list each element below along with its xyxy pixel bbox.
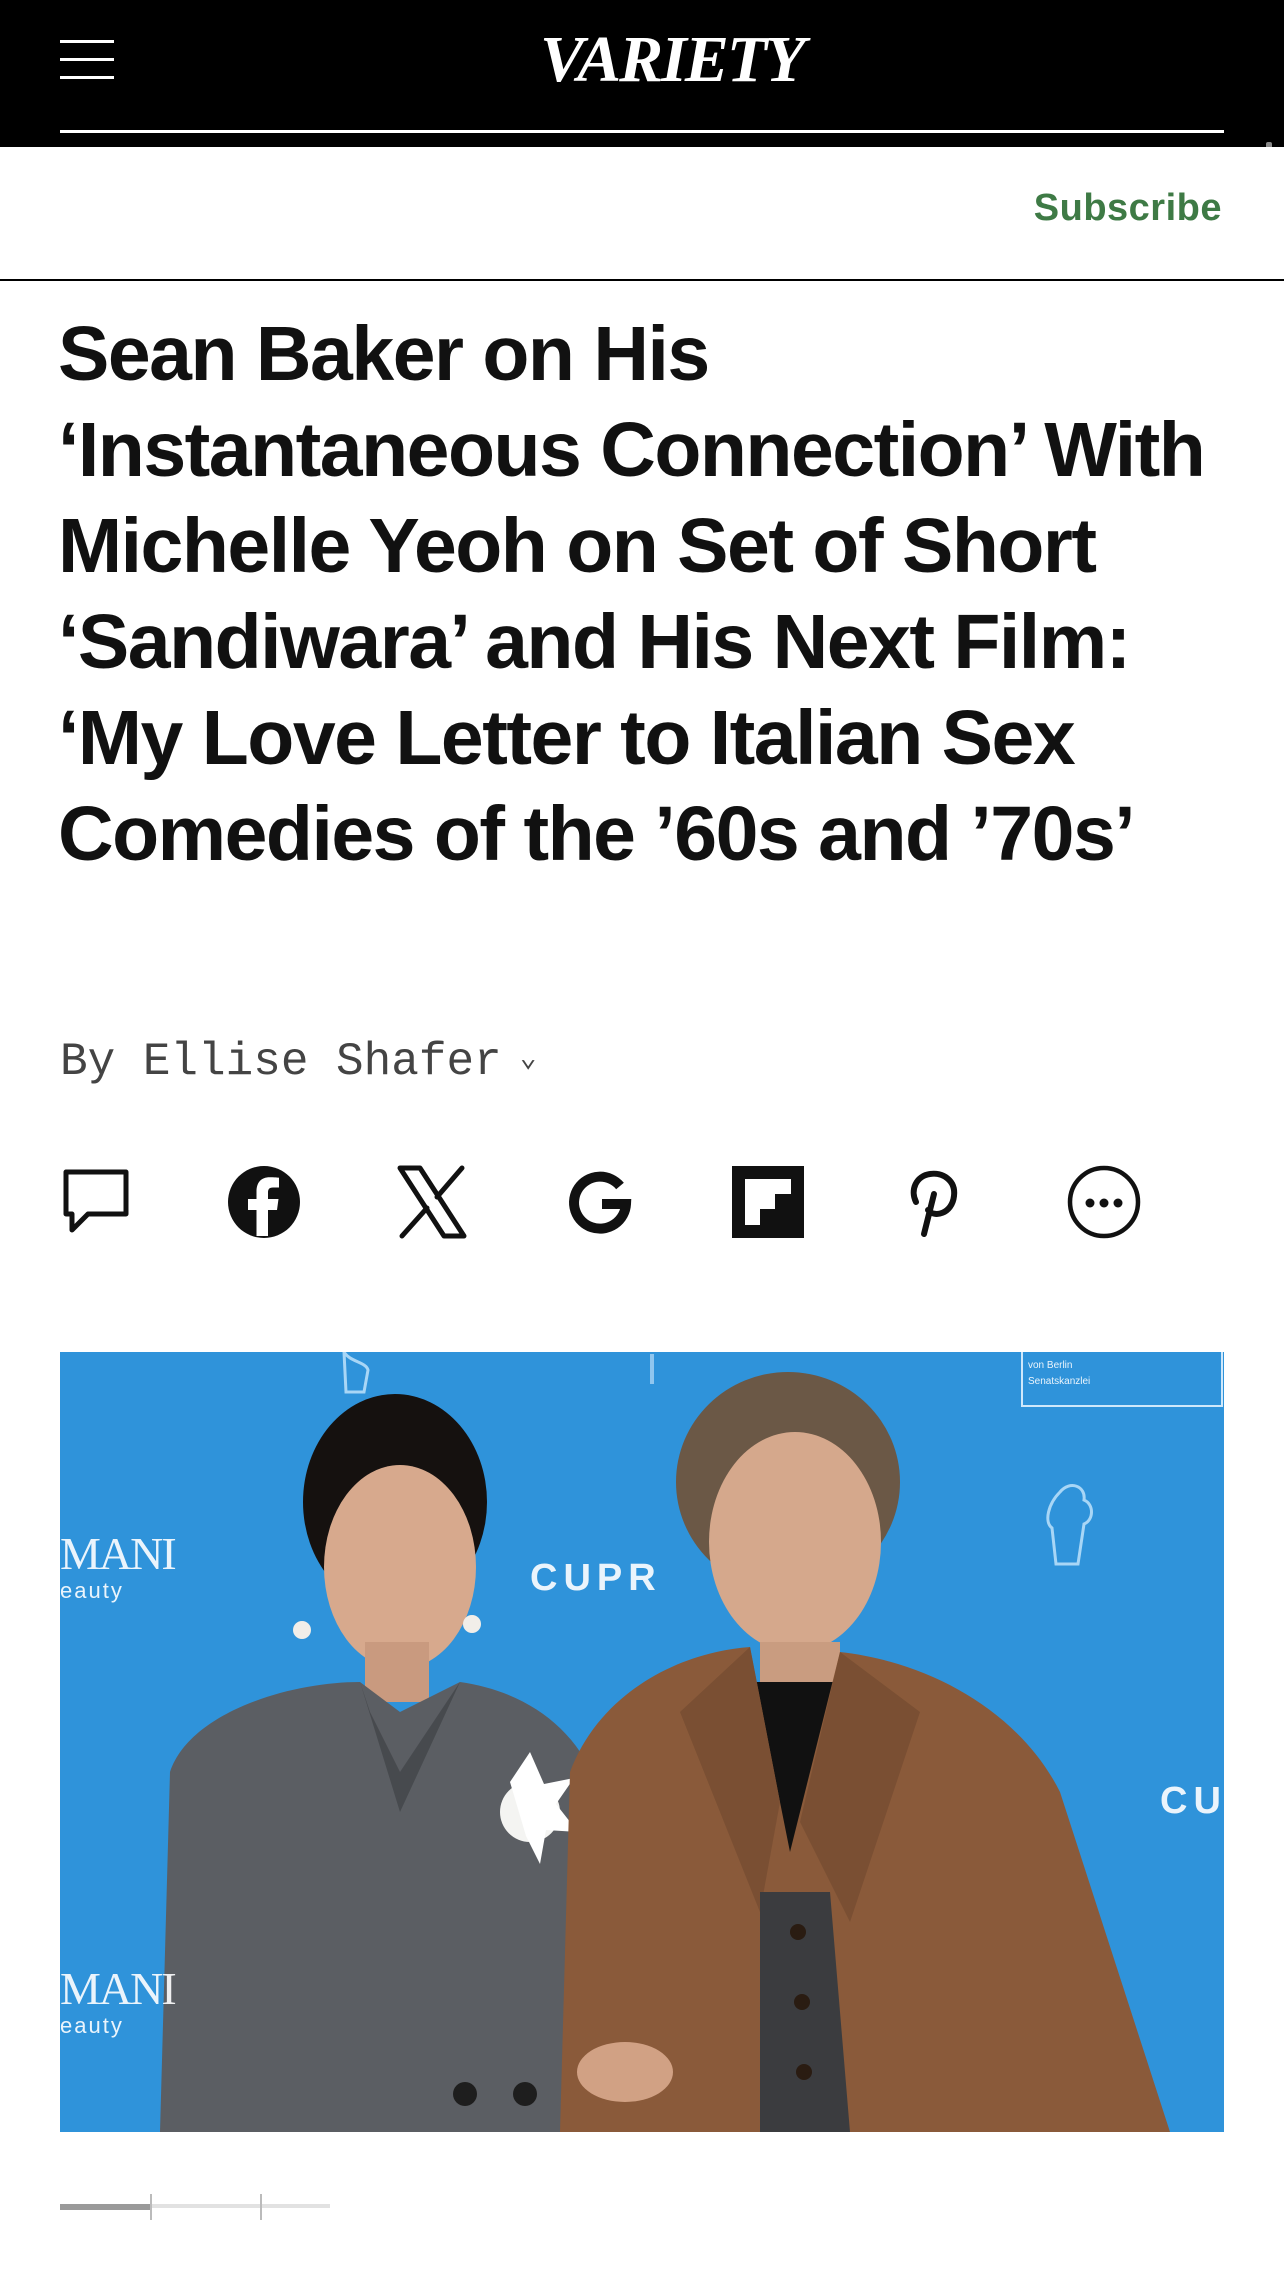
- backdrop-brand-bottom: MANI: [60, 1963, 177, 2014]
- more-icon[interactable]: [1066, 1164, 1142, 1240]
- x-icon[interactable]: [394, 1164, 470, 1240]
- backdrop-sponsor-center: CUPR: [530, 1557, 662, 1599]
- author-name[interactable]: Ellise Shafer: [143, 1036, 502, 1088]
- backdrop-brand-bottom-sub: eauty: [60, 2013, 124, 2038]
- chevron-down-icon[interactable]: ⌄: [520, 1040, 537, 1075]
- caption-fragment: [60, 2194, 330, 2220]
- backdrop-brand-top-sub: eauty: [60, 1578, 124, 1603]
- backdrop-corner-line2: Senatskanzlei: [1028, 1376, 1091, 1387]
- backdrop-sponsor-right: CU: [1160, 1780, 1224, 1822]
- hero-image[interactable]: MANI eauty MANI eauty CUPR CU von Berlin…: [60, 1352, 1224, 2132]
- backdrop-brand-top: MANI: [60, 1528, 177, 1579]
- site-header: VARIETY: [0, 0, 1284, 147]
- menu-icon[interactable]: [60, 38, 114, 82]
- header-divider: [60, 130, 1224, 133]
- flipboard-icon[interactable]: [730, 1164, 806, 1240]
- pinterest-icon[interactable]: [898, 1164, 974, 1240]
- article-headline: Sean Baker on His ‘Instantaneous Connect…: [58, 311, 1206, 877]
- comment-icon[interactable]: [58, 1164, 134, 1240]
- variety-logo[interactable]: VARIETY: [540, 20, 806, 100]
- facebook-icon[interactable]: [226, 1164, 302, 1240]
- backdrop-corner-line1: von Berlin: [1028, 1360, 1073, 1371]
- author-byline[interactable]: By Ellise Shafer ⌄: [60, 1036, 537, 1088]
- hero-photo-illustration: [60, 1352, 1224, 2132]
- google-icon[interactable]: [562, 1164, 638, 1240]
- byline-prefix: By: [60, 1036, 116, 1088]
- subscribe-bar: Subscribe: [0, 147, 1284, 281]
- subscribe-link[interactable]: Subscribe: [1034, 187, 1222, 230]
